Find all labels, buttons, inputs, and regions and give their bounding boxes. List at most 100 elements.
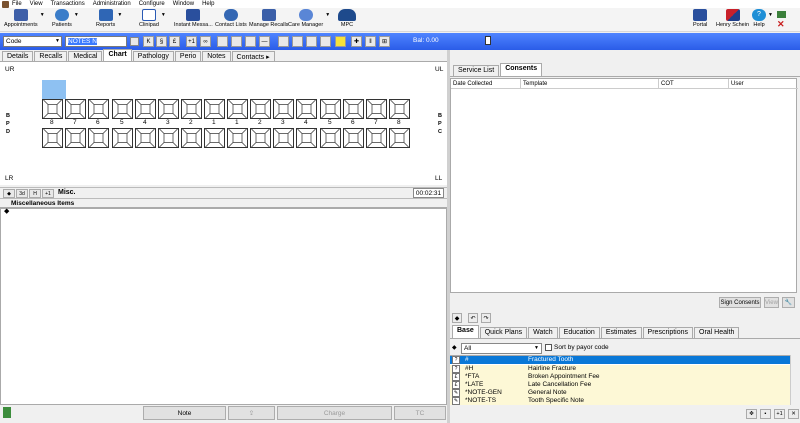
upper-tooth[interactable] [181, 99, 202, 119]
lower-tooth[interactable] [366, 128, 387, 148]
clinipad-button[interactable]: Clinipad ▼ [139, 9, 166, 31]
tab-education[interactable]: Education [558, 327, 600, 338]
reports-button[interactable]: Reports ▼ [96, 9, 122, 31]
tab-oral-health[interactable]: Oral Health [694, 327, 740, 338]
instant-messages-button[interactable]: Instant Messa... [174, 9, 213, 31]
pound-button[interactable]: £ [169, 36, 180, 47]
tab-recalls[interactable]: Recalls [34, 51, 68, 61]
list-item[interactable]: £ *LATE Late Cancellation Fee [450, 381, 790, 389]
upper-tooth[interactable] [250, 99, 271, 119]
lower-tooth[interactable] [65, 128, 86, 148]
tab-quick-plans[interactable]: Quick Plans [479, 327, 528, 338]
contact-lists-button[interactable]: Contact Lists [215, 9, 247, 31]
tc-button[interactable]: TC [394, 406, 446, 420]
charge-button[interactable]: Charge [277, 406, 392, 420]
tab-consents[interactable]: Consents [500, 63, 543, 76]
toggle-icon[interactable]: ▪ [760, 409, 771, 419]
probe-icon[interactable] [306, 36, 317, 47]
tab-service-list[interactable]: Service List [453, 65, 500, 76]
list-item[interactable]: ? #H Hairline Fracture [450, 365, 790, 373]
chevron-down-icon[interactable]: ▼ [161, 12, 166, 18]
chevron-down-icon[interactable]: ▼ [325, 12, 330, 18]
delete-icon[interactable]: ✕ [788, 409, 799, 419]
plus-one-code-button[interactable]: +1 [774, 409, 785, 419]
code-search-input[interactable]: NOTES N [65, 36, 127, 47]
lower-tooth[interactable] [135, 128, 156, 148]
portal-button[interactable]: Portal [693, 9, 707, 31]
misc-items-list[interactable]: ◆ [0, 208, 447, 405]
filter-select[interactable]: All ▼ [461, 343, 542, 354]
tab-pathology[interactable]: Pathology [132, 51, 174, 61]
help-button[interactable]: ? Help ▼ [752, 9, 773, 31]
grid-icon[interactable]: ⊞ [379, 36, 390, 47]
mpc-button[interactable]: MPC [338, 9, 356, 31]
view-button[interactable]: View [764, 297, 779, 308]
diamond-icon[interactable]: ◆ [452, 313, 462, 323]
highlight-icon[interactable] [335, 36, 346, 47]
tooth-view-icon[interactable] [217, 36, 228, 47]
code-select[interactable]: Code ▼ [3, 36, 62, 47]
menu-configure[interactable]: Configure [139, 1, 165, 7]
upper-tooth[interactable] [296, 99, 317, 119]
wrench-icon[interactable]: 🔧 [782, 297, 795, 308]
menu-view[interactable]: View [30, 1, 43, 7]
tab-watch[interactable]: Watch [528, 327, 558, 338]
chevron-down-icon[interactable]: ▼ [117, 12, 122, 18]
tools-icon[interactable] [292, 36, 303, 47]
export-icon[interactable]: ⇪ [228, 406, 275, 420]
note-button[interactable]: Note [143, 406, 226, 420]
tab-prescriptions[interactable]: Prescriptions [642, 327, 694, 338]
upper-tooth[interactable] [88, 99, 109, 119]
plus-icon[interactable]: ✚ [351, 36, 362, 47]
lower-tooth[interactable] [389, 128, 410, 148]
bridge-icon[interactable] [231, 36, 242, 47]
k-button[interactable]: K [143, 36, 154, 47]
menu-transactions[interactable]: Transactions [51, 1, 85, 7]
upper-tooth[interactable] [389, 99, 410, 119]
move-icon[interactable]: ✥ [746, 409, 757, 419]
appointments-button[interactable]: Appointments ▼ [4, 9, 45, 31]
lower-tooth[interactable] [343, 128, 364, 148]
chevron-down-icon[interactable]: ▼ [40, 12, 45, 18]
upper-tooth[interactable] [65, 99, 86, 119]
upper-tooth[interactable] [204, 99, 225, 119]
upper-tooth[interactable] [320, 99, 341, 119]
chevron-down-icon[interactable]: ▼ [74, 12, 79, 18]
consents-grid[interactable]: Date Collected Template COT User [450, 78, 798, 293]
lower-tooth[interactable] [250, 128, 271, 148]
menu-help[interactable]: Help [202, 1, 214, 7]
list-item[interactable]: ? # Fractured Tooth [450, 356, 790, 364]
upper-tooth[interactable] [343, 99, 364, 119]
list-item[interactable]: ✎ *NOTE-GEN General Note [450, 389, 790, 397]
upper-tooth[interactable] [227, 99, 248, 119]
plus-one-misc-button[interactable]: +1 [42, 189, 54, 198]
drill-icon[interactable] [278, 36, 289, 47]
h-button[interactable]: H [29, 189, 41, 198]
implant-icon[interactable] [245, 36, 256, 47]
menu-file[interactable]: File [12, 1, 22, 7]
tab-estimates[interactable]: Estimates [600, 327, 642, 338]
upper-tooth[interactable] [112, 99, 133, 119]
user-button[interactable]: Henry Schein [716, 9, 749, 31]
upper-tooth[interactable] [135, 99, 156, 119]
lower-tooth[interactable] [273, 128, 294, 148]
redo-icon[interactable]: ↷ [481, 313, 491, 323]
patients-button[interactable]: Patients ▼ [52, 9, 79, 31]
lower-tooth[interactable] [181, 128, 202, 148]
lower-tooth[interactable] [320, 128, 341, 148]
minimize-icon[interactable] [777, 11, 786, 18]
dash-icon[interactable]: — [259, 36, 270, 47]
xray-icon[interactable] [320, 36, 331, 47]
lower-tooth[interactable] [296, 128, 317, 148]
infinity-button[interactable]: ∞ [200, 36, 211, 47]
code-list[interactable]: ? # Fractured Tooth ? #H Hairline Fractu… [450, 355, 798, 405]
upper-tooth[interactable] [158, 99, 179, 119]
search-icon[interactable] [130, 37, 139, 46]
lower-tooth[interactable] [204, 128, 225, 148]
close-icon[interactable]: ✕ [777, 20, 786, 29]
lower-tooth[interactable] [88, 128, 109, 148]
manage-recalls-button[interactable]: Manage Recalls [249, 9, 288, 31]
undo-icon[interactable]: ↶ [468, 313, 478, 323]
plus-one-button[interactable]: +1 [186, 36, 197, 47]
menu-window[interactable]: Window [173, 1, 194, 7]
